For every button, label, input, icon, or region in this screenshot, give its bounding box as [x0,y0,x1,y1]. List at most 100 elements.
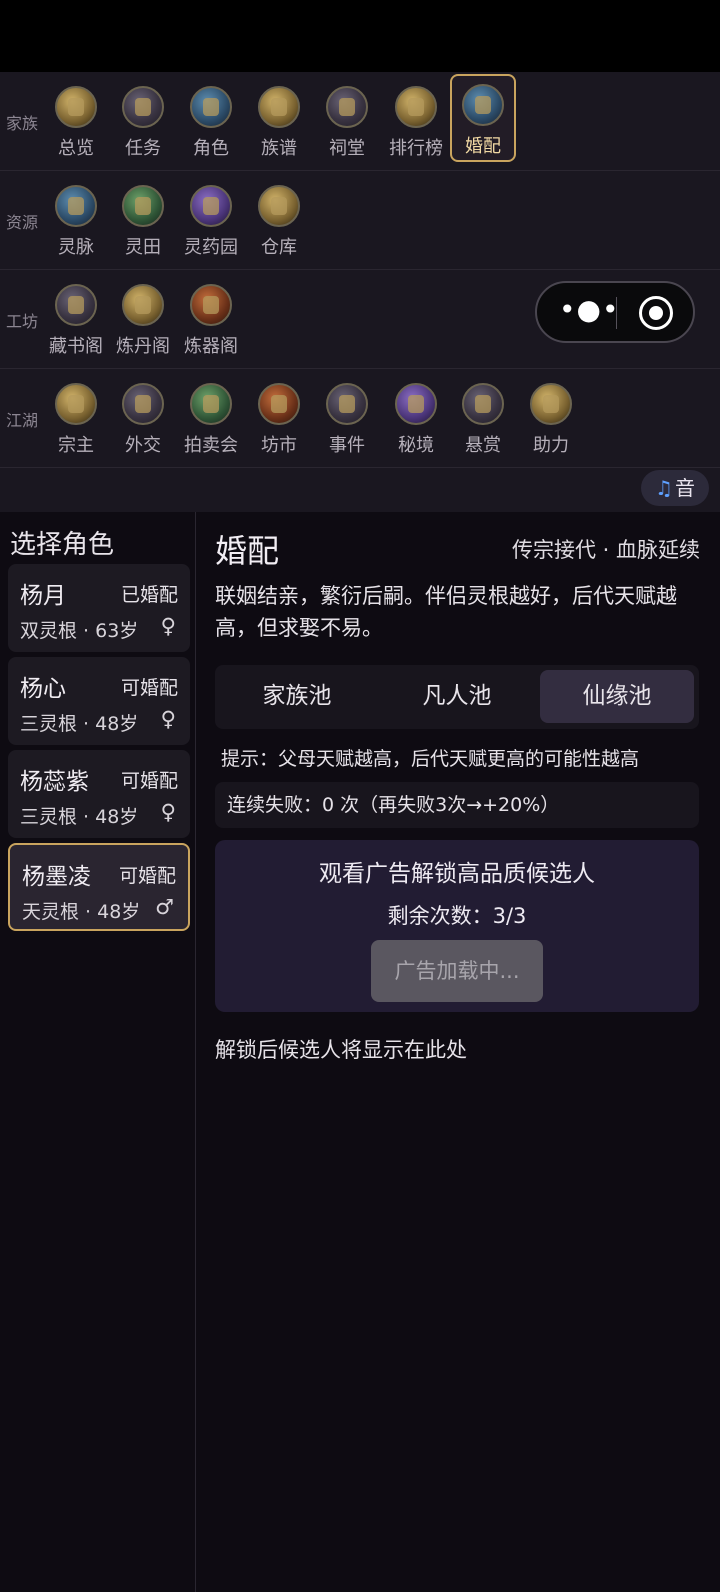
library-icon [55,284,97,326]
role-panel: 选择角色 杨月 已婚配 双灵根 · 63岁 ♀ 杨心 可婚配 三灵根 · 48岁… [0,512,196,1592]
role-name: 杨月 [20,583,66,609]
male-icon: ♂ [155,895,174,919]
nav-item-tasks[interactable]: 任务 [110,78,176,166]
nav-item-alchemy[interactable]: 炼丹阁 [110,276,176,364]
role-card[interactable]: 杨月 已婚配 双灵根 · 63岁 ♀ [8,564,190,652]
market-scale-icon [258,383,300,425]
warehouse-icon [258,185,300,227]
music-label: 音 [674,476,695,500]
tab-mortal-pool[interactable]: 凡人池 [380,670,534,723]
tab-immortal-pool[interactable]: 仙缘池 [540,670,694,723]
nav-item-market[interactable]: 坊市 [246,375,312,463]
forge-icon [190,284,232,326]
nav-item-label: 灵药园 [184,237,238,258]
role-name: 杨心 [20,676,66,702]
nav-item-label: 角色 [193,138,229,159]
nav-item-overview[interactable]: 总览 [43,78,109,166]
auction-icon [190,383,232,425]
nav-item-library[interactable]: 藏书阁 [43,276,109,364]
task-scroll-icon [122,86,164,128]
role-card[interactable]: 杨蕊紫 可婚配 三灵根 · 48岁 ♀ [8,750,190,838]
alchemy-icon [122,284,164,326]
nav-item-forge[interactable]: 炼器阁 [178,276,244,364]
nav-item-auction[interactable]: 拍卖会 [178,375,244,463]
spirit-vein-icon [55,185,97,227]
nav-item-spirit-field[interactable]: 灵田 [110,177,176,265]
nav-item-label: 灵脉 [58,237,94,258]
nav-item-leaderboard[interactable]: 排行榜 [383,78,449,166]
nav-item-label: 外交 [125,435,161,456]
female-icon: ♀ [160,800,176,824]
nav-item-herb-garden[interactable]: 灵药园 [178,177,244,265]
nav-item-label: 总览 [58,138,94,159]
nav-item-marriage[interactable]: 婚配 [450,74,516,162]
ancestral-hall-icon [326,86,368,128]
page-description: 联姻结亲，繁衍后嗣。伴侣灵根越好，后代天赋越高，但求娶不易。 [215,584,677,640]
nav-item-label: 祠堂 [329,138,365,159]
tab-family-pool[interactable]: 家族池 [220,670,374,723]
nav-item-secret-realm[interactable]: 秘境 [383,375,449,463]
role-info: 天灵根 · 48岁 [22,901,141,923]
more-dots-icon[interactable]: •●• [559,296,618,327]
nav-item-label: 坊市 [261,435,297,456]
nav-item-characters[interactable]: 角色 [178,78,244,166]
ad-remaining-count: 剩余次数：3/3 [387,904,527,928]
nav-item-diplomacy[interactable]: 外交 [110,375,176,463]
nav-row-label: 江湖 [6,411,39,430]
role-card[interactable]: 杨心 可婚配 三灵根 · 48岁 ♀ [8,657,190,745]
pool-tabs: 家族池 凡人池 仙缘池 [215,665,699,729]
role-status: 可婚配 [120,677,178,699]
nav-item-label: 宗主 [58,435,94,456]
female-icon: ♀ [160,614,176,638]
marriage-main-panel: 婚配 传宗接代 · 血脉延续 联姻结亲，繁衍后嗣。伴侣灵根越好，后代天赋越高，但… [197,512,720,1592]
ad-title: 观看广告解锁高品质候选人 [319,861,595,887]
nav-row-label: 资源 [6,213,39,232]
nav-item-sect-master[interactable]: 宗主 [43,375,109,463]
nav-item-spirit-vein[interactable]: 灵脉 [43,177,109,265]
support-icon [530,383,572,425]
nav-item-family-tree[interactable]: 族谱 [246,78,312,166]
nav-item-label: 藏书阁 [49,336,103,357]
close-target-icon[interactable] [639,296,673,330]
nav-item-label: 事件 [329,435,365,456]
nav-item-events[interactable]: 事件 [314,375,380,463]
nav-item-label: 仓库 [261,237,297,258]
role-status: 可婚配 [120,770,178,792]
miniprogram-capsule: •●• [535,281,695,343]
role-panel-title: 选择角色 [10,530,115,560]
overview-icon [55,86,97,128]
nav-item-ancestral-hall[interactable]: 祠堂 [314,78,380,166]
nav-item-label: 秘境 [398,435,434,456]
music-toggle-button[interactable]: ♫ 音 [641,470,709,506]
marriage-icon [462,84,504,126]
sect-master-icon [55,383,97,425]
diplomacy-icon [122,383,164,425]
role-status: 已婚配 [120,584,178,606]
capsule-divider [616,297,617,329]
nav-item-label: 婚配 [465,136,501,157]
female-icon: ♀ [160,707,176,731]
nav-item-warehouse[interactable]: 仓库 [246,177,312,265]
nav-item-label: 任务 [125,138,161,159]
nav-item-label: 拍卖会 [184,435,238,456]
leaderboard-icon [395,86,437,128]
nav-row-family: 家族 总览 任务 角色 族谱 祠堂 排行榜 婚配 [0,72,720,171]
role-name: 杨墨凌 [22,864,91,890]
watch-ad-button[interactable]: 广告加载中... [371,940,543,1002]
nav-item-bounty[interactable]: 悬赏 [450,375,516,463]
herb-garden-icon [190,185,232,227]
hint-text: 提示：父母天赋越高，后代天赋更高的可能性越高 [221,748,640,770]
music-note-icon: ♫ [655,476,673,500]
event-icon [326,383,368,425]
status-bar [0,0,720,72]
nav-item-support[interactable]: 助力 [518,375,584,463]
nav-row-label: 工坊 [6,312,39,331]
nav-item-label: 悬赏 [465,435,501,456]
family-tree-icon [258,86,300,128]
nav-item-label: 灵田 [125,237,161,258]
role-card-selected[interactable]: 杨墨凌 可婚配 天灵根 · 48岁 ♂ [8,843,190,931]
page-title: 婚配 [215,532,280,570]
secret-realm-icon [395,383,437,425]
spirit-field-icon [122,185,164,227]
nav-row-resources: 资源 灵脉 灵田 灵药园 仓库 [0,171,720,270]
